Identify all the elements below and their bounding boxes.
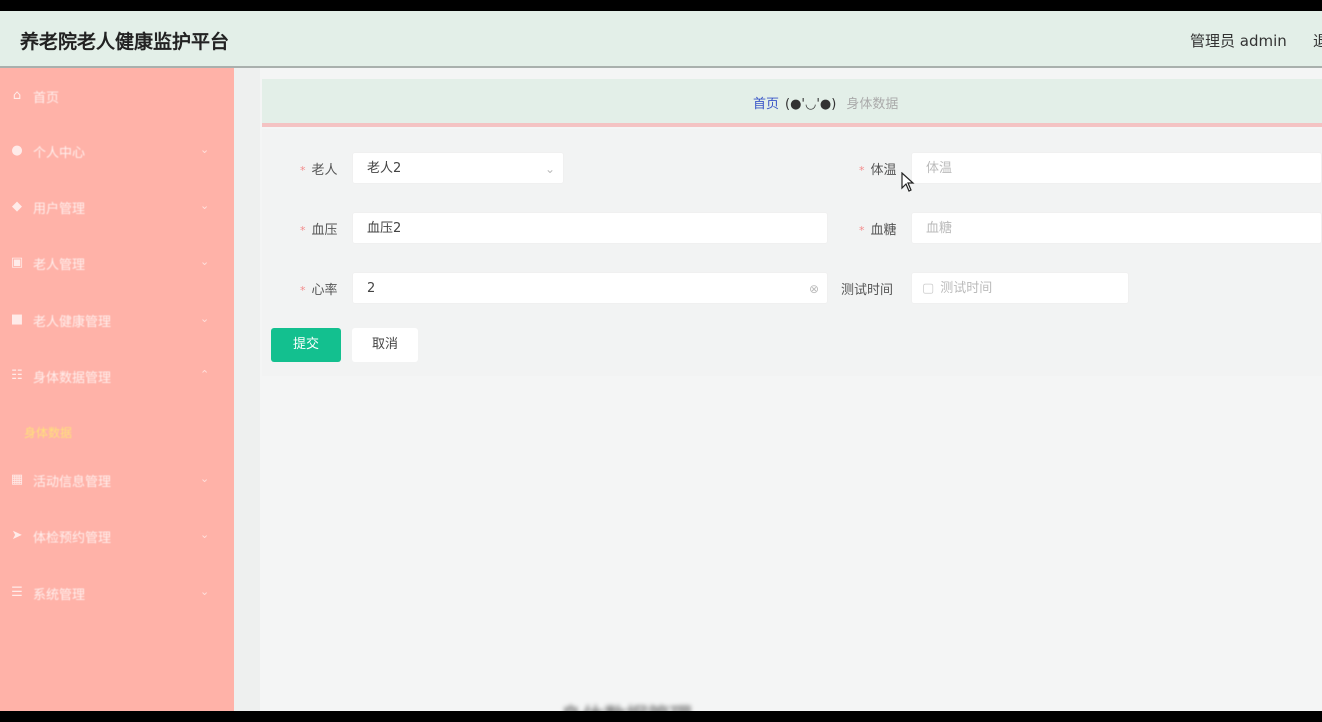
sidebar-item-label: 用户管理 xyxy=(33,202,86,217)
list-icon: ☷ xyxy=(11,368,23,383)
test-time-picker[interactable]: ▢ 测试时间 xyxy=(911,272,1129,304)
bottom-blurred-text: 身体数据管理 xyxy=(560,699,860,711)
sidebar-item-profile[interactable]: ● 个人中心 ⌄ xyxy=(0,131,234,171)
sidebar-item-label: 身体数据管理 xyxy=(33,371,112,386)
card-icon: ▣ xyxy=(10,255,24,270)
breadcrumb: 首页 (●'◡'●) 身体数据 xyxy=(262,79,1322,127)
clear-icon[interactable]: ⊗ xyxy=(809,273,819,303)
top-bar: 养老院老人健康监护平台 管理员 admin 退 xyxy=(0,11,1322,68)
home-icon: ⌂ xyxy=(12,88,22,103)
elder-select[interactable]: 老人2 ⌄ xyxy=(352,152,564,184)
submit-button[interactable]: 提交 xyxy=(271,328,341,362)
temperature-input[interactable]: 体温 xyxy=(911,152,1322,184)
user-info: 管理员 admin xyxy=(1190,32,1287,50)
sidebar-item-label: 个人中心 xyxy=(33,146,86,161)
sidebar-item-activities[interactable]: ▦ 活动信息管理 ⌄ xyxy=(0,460,234,500)
sidebar-item-label: 体检预约管理 xyxy=(33,531,112,546)
elder-label: * 老人 xyxy=(300,163,338,178)
blood-sugar-input[interactable]: 血糖 xyxy=(911,212,1322,244)
content-gutter xyxy=(234,68,260,711)
chevron-down-icon: ⌄ xyxy=(200,199,210,212)
chevron-up-icon: ⌃ xyxy=(200,368,210,381)
location-icon: ◆ xyxy=(12,199,22,214)
breadcrumb-emoticon: (●'◡'●) xyxy=(785,97,837,112)
chevron-down-icon: ⌄ xyxy=(544,162,555,176)
grid-icon: ▦ xyxy=(10,472,24,487)
sidebar-item-system[interactable]: ☰ 系统管理 ⌄ xyxy=(0,573,234,613)
sidebar-item-home[interactable]: ⌂ 首页 xyxy=(0,76,234,116)
menu-icon: ☰ xyxy=(11,585,23,600)
breadcrumb-current: 身体数据 xyxy=(846,97,899,112)
sidebar: ⌂ 首页 ● 个人中心 ⌄ ◆ 用户管理 ⌄ ▣ 老人管理 ⌄ ■ 老人健康管理… xyxy=(0,68,234,711)
breadcrumb-home[interactable]: 首页 xyxy=(753,97,779,112)
sidebar-subitem-body-data[interactable]: 身体数据 xyxy=(24,424,72,441)
blood-pressure-input[interactable]: 血压2 xyxy=(352,212,828,244)
chevron-down-icon: ⌄ xyxy=(200,255,210,268)
mouse-cursor-icon xyxy=(901,172,915,192)
sidebar-item-elder-health[interactable]: ■ 老人健康管理 ⌄ xyxy=(0,300,234,340)
blood-pressure-label: * 血压 xyxy=(300,223,338,238)
sidebar-item-label: 老人健康管理 xyxy=(33,315,112,330)
screen: 养老院老人健康监护平台 管理员 admin 退 ⌂ 首页 ● 个人中心 ⌄ ◆ … xyxy=(0,11,1322,711)
sidebar-item-label: 活动信息管理 xyxy=(33,475,112,490)
send-icon: ➤ xyxy=(11,528,23,543)
chevron-down-icon: ⌄ xyxy=(200,472,210,485)
sidebar-item-label: 系统管理 xyxy=(33,588,86,603)
chevron-down-icon: ⌄ xyxy=(200,312,210,325)
app-title: 养老院老人健康监护平台 xyxy=(20,31,230,53)
temperature-label: * 体温 xyxy=(859,163,897,178)
chat-icon: ■ xyxy=(10,312,24,327)
calendar-icon: ▢ xyxy=(922,281,935,296)
chevron-down-icon: ⌄ xyxy=(200,585,210,598)
blood-sugar-label: * 血糖 xyxy=(859,223,897,238)
heart-rate-input[interactable]: 2 ⊗ xyxy=(352,272,828,304)
heart-rate-label: * 心率 xyxy=(300,283,338,298)
user-icon: ● xyxy=(11,143,23,158)
sidebar-item-checkup[interactable]: ➤ 体检预约管理 ⌄ xyxy=(0,516,234,556)
sidebar-item-elders[interactable]: ▣ 老人管理 ⌄ xyxy=(0,243,234,283)
logout-link[interactable]: 退 xyxy=(1313,30,1322,51)
test-time-label: 测试时间 xyxy=(841,283,894,298)
sidebar-item-label: 首页 xyxy=(33,91,60,106)
sidebar-item-label: 老人管理 xyxy=(33,258,86,273)
chevron-down-icon: ⌄ xyxy=(200,528,210,541)
sidebar-item-users[interactable]: ◆ 用户管理 ⌄ xyxy=(0,187,234,227)
chevron-down-icon: ⌄ xyxy=(200,143,210,156)
cancel-button[interactable]: 取消 xyxy=(352,328,418,362)
sidebar-item-body-data[interactable]: ☷ 身体数据管理 ⌃ xyxy=(0,356,234,396)
